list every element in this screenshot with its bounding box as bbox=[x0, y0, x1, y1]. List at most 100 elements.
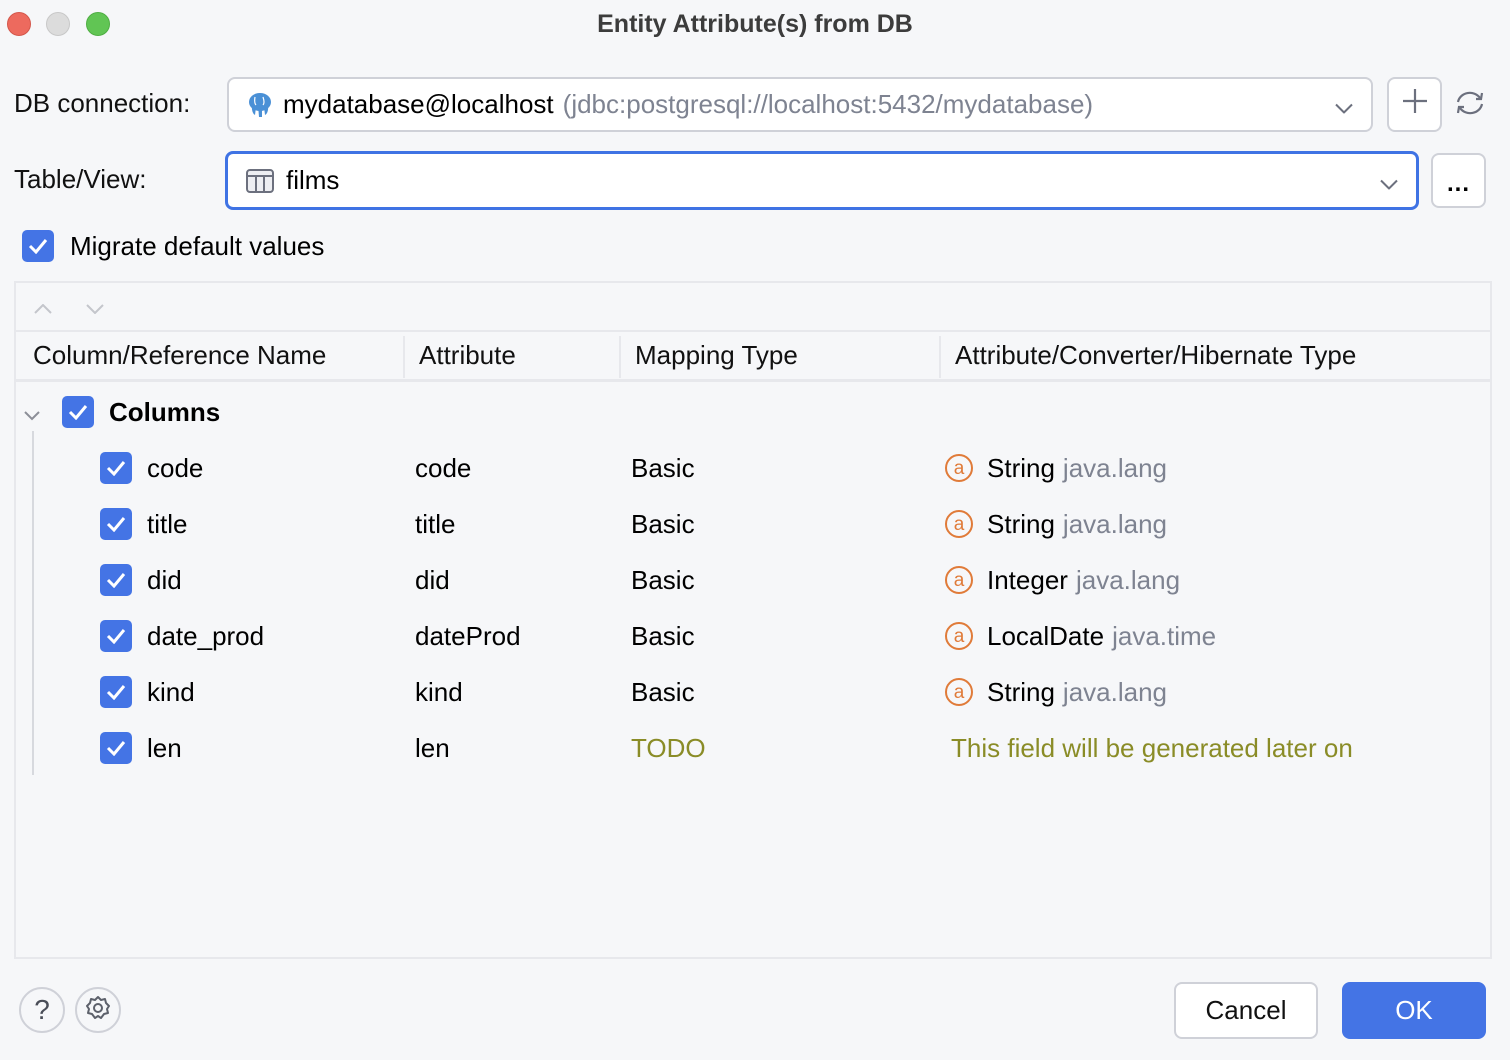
row-checkbox[interactable] bbox=[100, 720, 132, 776]
refresh-icon bbox=[1454, 89, 1486, 122]
title-bar: Entity Attribute(s) from DB bbox=[0, 0, 1510, 50]
gear-icon bbox=[84, 994, 112, 1027]
checkbox-checked-icon bbox=[100, 620, 132, 652]
add-connection-button[interactable] bbox=[1387, 77, 1442, 132]
move-down-button[interactable] bbox=[86, 301, 104, 319]
row-checkbox[interactable] bbox=[100, 440, 132, 496]
column-name: title bbox=[147, 508, 188, 539]
checkbox-checked-icon bbox=[22, 230, 54, 262]
attribute-name[interactable]: did bbox=[415, 552, 450, 608]
annotation-type-icon: a bbox=[945, 510, 973, 538]
type-note: This field will be generated later on bbox=[951, 732, 1353, 763]
type-cell[interactable]: a String java.lang bbox=[945, 496, 1167, 552]
table-row[interactable]: did did Basic a Integer java.lang bbox=[16, 552, 1490, 608]
row-checkbox[interactable] bbox=[100, 496, 132, 552]
row-checkbox[interactable] bbox=[100, 608, 132, 664]
type-name: LocalDate bbox=[987, 620, 1105, 651]
db-connection-select[interactable]: mydatabase@localhost (jdbc:postgresql://… bbox=[227, 77, 1373, 132]
plus-icon bbox=[1402, 88, 1428, 121]
chevron-down-icon bbox=[24, 397, 40, 428]
table-view-select[interactable]: films bbox=[225, 151, 1419, 210]
type-cell[interactable]: a LocalDate java.time bbox=[945, 608, 1216, 664]
migrate-defaults-checkbox[interactable]: Migrate default values bbox=[22, 230, 324, 262]
help-icon: ? bbox=[34, 994, 50, 1025]
column-name: did bbox=[147, 564, 182, 595]
table-view-value: films bbox=[286, 165, 340, 195]
group-checkbox[interactable] bbox=[62, 384, 94, 440]
header-type[interactable]: Attribute/Converter/Hibernate Type bbox=[955, 332, 1356, 379]
chevron-down-icon bbox=[1380, 165, 1398, 196]
mapping-type[interactable]: Basic bbox=[631, 664, 695, 720]
header-mapping-type[interactable]: Mapping Type bbox=[635, 332, 798, 379]
table-toolbar bbox=[16, 283, 1490, 332]
checkbox-checked-icon bbox=[62, 396, 94, 428]
checkbox-checked-icon bbox=[100, 732, 132, 764]
type-package: java.time bbox=[1112, 620, 1217, 651]
column-name: len bbox=[147, 732, 182, 763]
column-divider[interactable] bbox=[939, 336, 941, 378]
header-attribute[interactable]: Attribute bbox=[419, 332, 516, 379]
header-column-name[interactable]: Column/Reference Name bbox=[33, 332, 326, 379]
type-name: String bbox=[987, 452, 1055, 483]
window-title: Entity Attribute(s) from DB bbox=[597, 10, 913, 38]
group-row-columns[interactable]: Columns bbox=[16, 384, 1490, 440]
type-package: java.lang bbox=[1062, 452, 1167, 483]
type-name: String bbox=[987, 676, 1055, 707]
annotation-type-icon: a bbox=[945, 454, 973, 482]
attribute-name[interactable]: code bbox=[415, 440, 471, 496]
db-connection-label: DB connection: bbox=[14, 88, 191, 118]
refresh-button[interactable] bbox=[1453, 89, 1487, 121]
checkbox-checked-icon bbox=[100, 508, 132, 540]
column-name: kind bbox=[147, 676, 195, 707]
columns-table-panel: Column/Reference Name Attribute Mapping … bbox=[14, 281, 1492, 959]
row-checkbox[interactable] bbox=[100, 552, 132, 608]
column-name: date_prod bbox=[147, 620, 265, 651]
checkbox-checked-icon bbox=[100, 452, 132, 484]
db-connection-url: (jdbc:postgresql://localhost:5432/mydata… bbox=[562, 89, 1094, 119]
type-package: java.lang bbox=[1062, 676, 1167, 707]
table-view-label: Table/View: bbox=[14, 164, 147, 194]
mapping-type[interactable]: Basic bbox=[631, 440, 695, 496]
move-up-button[interactable] bbox=[34, 301, 52, 319]
settings-button[interactable] bbox=[75, 987, 121, 1033]
table-row[interactable]: code code Basic a String java.lang bbox=[16, 440, 1490, 496]
type-name: String bbox=[987, 508, 1055, 539]
table-row[interactable]: date_prod dateProd Basic a LocalDate jav… bbox=[16, 608, 1490, 664]
checkbox-checked-icon bbox=[100, 676, 132, 708]
mapping-type[interactable]: Basic bbox=[631, 496, 695, 552]
table-header: Column/Reference Name Attribute Mapping … bbox=[16, 332, 1490, 382]
type-package: java.lang bbox=[1075, 564, 1181, 595]
table-row[interactable]: len len TODO This field will be generate… bbox=[16, 720, 1490, 776]
ok-button[interactable]: OK bbox=[1342, 982, 1486, 1039]
attribute-name[interactable]: title bbox=[415, 496, 455, 552]
mapping-type[interactable]: Basic bbox=[631, 608, 695, 664]
annotation-type-icon: a bbox=[945, 566, 973, 594]
help-button[interactable]: ? bbox=[19, 987, 65, 1033]
browse-table-button-label: ... bbox=[1446, 169, 1470, 197]
type-cell[interactable]: a String java.lang bbox=[945, 664, 1167, 720]
attribute-name[interactable]: kind bbox=[415, 664, 463, 720]
table-row[interactable]: title title Basic a String java.lang bbox=[16, 496, 1490, 552]
column-name: code bbox=[147, 452, 204, 483]
attribute-name[interactable]: dateProd bbox=[415, 608, 521, 664]
group-label: Columns bbox=[109, 396, 221, 427]
type-name: Integer bbox=[987, 564, 1068, 595]
column-divider[interactable] bbox=[619, 336, 621, 378]
annotation-type-icon: a bbox=[945, 678, 973, 706]
mapping-type[interactable]: Basic bbox=[631, 552, 695, 608]
cancel-button[interactable]: Cancel bbox=[1174, 982, 1318, 1039]
db-connection-name: mydatabase@localhost bbox=[283, 89, 554, 119]
chevron-down-icon bbox=[1335, 89, 1353, 120]
migrate-defaults-label: Migrate default values bbox=[70, 230, 325, 261]
row-checkbox[interactable] bbox=[100, 664, 132, 720]
mapping-type[interactable]: TODO bbox=[631, 720, 706, 776]
table-icon bbox=[246, 168, 274, 193]
browse-table-button[interactable]: ... bbox=[1431, 153, 1486, 208]
attribute-name[interactable]: len bbox=[415, 720, 450, 776]
type-cell[interactable]: a String java.lang bbox=[945, 440, 1167, 496]
annotation-type-icon: a bbox=[945, 622, 973, 650]
type-cell[interactable]: a Integer java.lang bbox=[945, 552, 1180, 608]
postgresql-icon bbox=[247, 91, 273, 119]
column-divider[interactable] bbox=[403, 336, 405, 378]
table-row[interactable]: kind kind Basic a String java.lang bbox=[16, 664, 1490, 720]
